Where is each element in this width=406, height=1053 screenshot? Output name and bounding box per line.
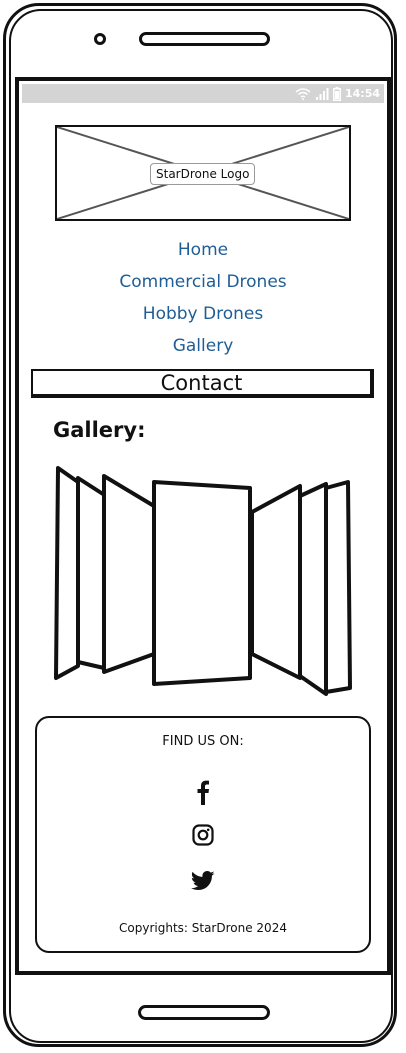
- gallery-slide[interactable]: [152, 480, 252, 686]
- status-bar: 14:54: [22, 84, 384, 103]
- front-camera: [94, 33, 106, 45]
- nav-link-contact[interactable]: Contact: [31, 369, 374, 398]
- logo-label: StarDrone Logo: [150, 163, 256, 185]
- nav-link-commercial-drones[interactable]: Commercial Drones: [22, 272, 384, 292]
- footer-copyright: Copyrights: StarDrone 2024: [119, 921, 287, 935]
- footer-find-us-label: FIND US ON:: [162, 734, 244, 749]
- status-icons: 14:54: [295, 84, 380, 103]
- nav-link-hobby-drones[interactable]: Hobby Drones: [22, 304, 384, 324]
- gallery-slide[interactable]: [324, 480, 352, 694]
- battery-icon: [332, 86, 341, 101]
- gallery-slide[interactable]: [76, 476, 108, 670]
- signal-icon: [315, 87, 329, 100]
- twitter-icon[interactable]: [188, 866, 218, 896]
- wifi-icon: [295, 87, 311, 100]
- instagram-icon[interactable]: [188, 820, 218, 850]
- nav-link-gallery[interactable]: Gallery: [22, 336, 384, 356]
- nav-link-home[interactable]: Home: [22, 240, 384, 260]
- gallery-heading: Gallery:: [53, 418, 146, 442]
- gallery-slide[interactable]: [54, 466, 80, 680]
- status-time: 14:54: [344, 87, 380, 100]
- speaker-grille: [139, 32, 270, 46]
- facebook-icon[interactable]: [188, 777, 218, 807]
- gallery-slide[interactable]: [102, 474, 156, 674]
- gallery-slide[interactable]: [250, 484, 302, 680]
- gallery-slide[interactable]: [298, 482, 328, 696]
- home-button[interactable]: [138, 1005, 270, 1020]
- gallery-carousel[interactable]: [50, 462, 356, 698]
